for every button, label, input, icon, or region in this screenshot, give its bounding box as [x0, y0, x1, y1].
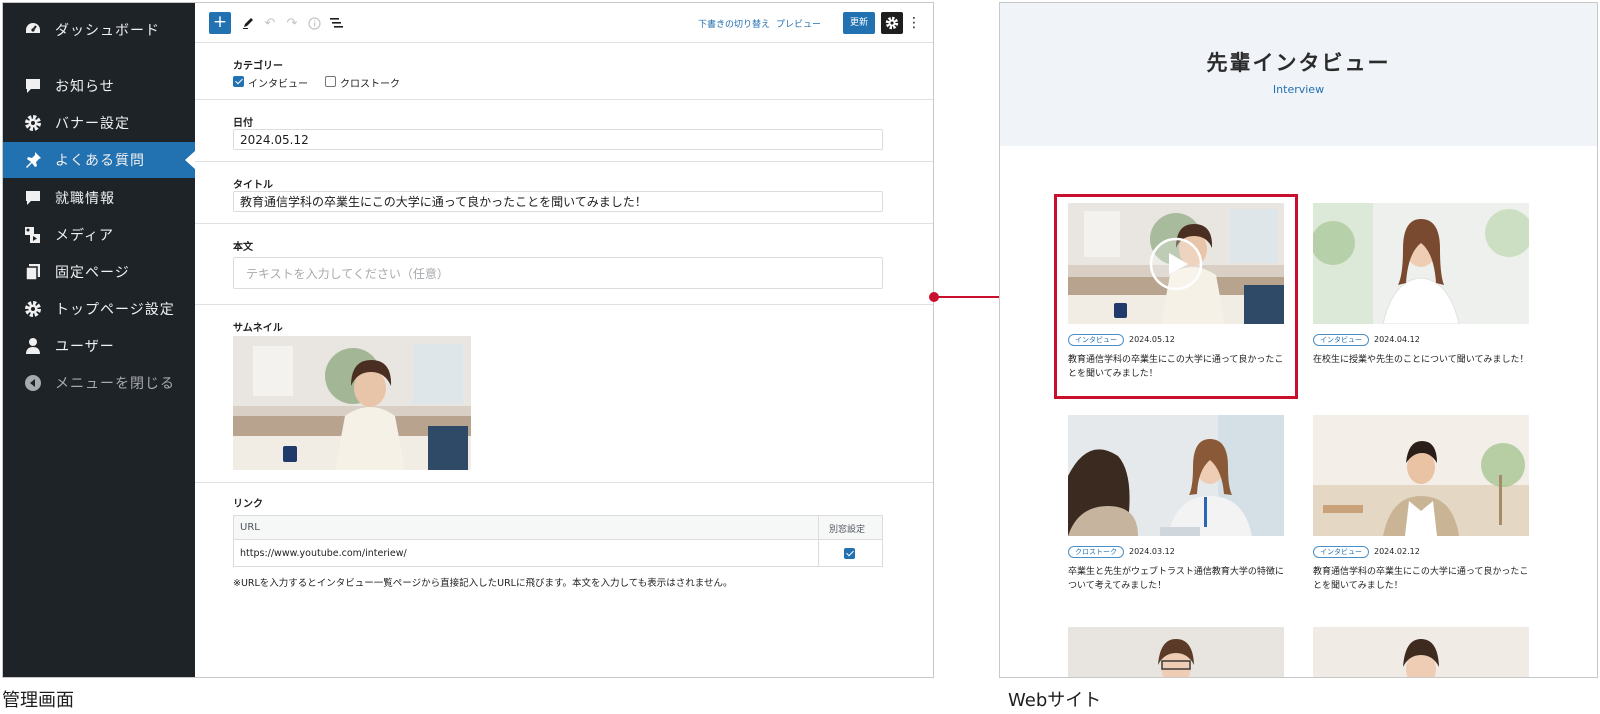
- interview-card[interactable]: [1313, 627, 1529, 677]
- sidebar-item-top-settings[interactable]: トップページ設定: [3, 291, 195, 327]
- body-section: 本文 テキストを入力してください（任意）: [195, 224, 933, 305]
- interview-card[interactable]: [1068, 627, 1284, 677]
- redo-icon[interactable]: ↷: [283, 13, 301, 33]
- link-col-new-window: 別窓設定: [829, 525, 866, 535]
- update-button[interactable]: 更新: [843, 12, 875, 34]
- body-field[interactable]: テキストを入力してください（任意）: [233, 257, 883, 289]
- gear-icon: [23, 299, 43, 319]
- pencil-icon[interactable]: [239, 13, 257, 33]
- sidebar-collapse-menu[interactable]: メニューを閉じる: [3, 365, 195, 401]
- website-caption: Webサイト: [1008, 690, 1102, 711]
- list-view-icon[interactable]: [327, 13, 345, 33]
- website-hero: 先輩インタビュー Interview: [1000, 3, 1597, 146]
- sidebar-item-label: 固定ページ: [55, 265, 130, 281]
- card-image[interactable]: [1068, 415, 1284, 536]
- date-label: 日付: [233, 118, 253, 129]
- category-interview-checkbox[interactable]: [233, 76, 244, 87]
- card-tag: インタビュー: [1313, 546, 1369, 558]
- post-editor: + ↶ ↷ 下書きの切り替え プレビュー 更新 ⋮ カテゴリー インタビュー ク…: [195, 3, 933, 677]
- card-image[interactable]: [1068, 627, 1284, 677]
- title-field[interactable]: 教育通信学科の卒業生にこの大学に通って良かったことを聞いてみました！: [233, 191, 883, 212]
- card-date: 2024.03.12: [1129, 547, 1175, 556]
- sidebar-item-label: よくある質問: [55, 153, 145, 169]
- thumbnail-label: サムネイル: [233, 323, 283, 334]
- admin-sidebar: ダッシュボード お知らせ バナー設定 よくある質問 就職情報 メディア 固定ペー…: [3, 3, 195, 677]
- category-crosstalk-label: クロストーク: [340, 79, 400, 90]
- admin-window: ダッシュボード お知らせ バナー設定 よくある質問 就職情報 メディア 固定ペー…: [2, 2, 934, 678]
- sidebar-item-users[interactable]: ユーザー: [3, 328, 195, 364]
- card-image[interactable]: [1313, 415, 1529, 536]
- card-title[interactable]: 在校生に授業や先生のことについて聞いてみました！: [1313, 353, 1529, 367]
- website-subtitle: Interview: [1272, 83, 1325, 96]
- body-label: 本文: [233, 242, 253, 253]
- sidebar-item-dashboard[interactable]: ダッシュボード: [3, 12, 195, 48]
- editor-toolbar: + ↶ ↷ 下書きの切り替え プレビュー 更新 ⋮: [195, 3, 933, 43]
- sidebar-item-jobs[interactable]: 就職情報: [3, 180, 195, 216]
- comment-icon: [23, 188, 43, 208]
- add-block-button[interactable]: +: [209, 12, 231, 34]
- link-col-url: URL: [240, 522, 260, 533]
- title-label: タイトル: [233, 180, 273, 191]
- sidebar-item-media[interactable]: メディア: [3, 217, 195, 253]
- collapse-icon: [23, 373, 43, 393]
- link-table-divider: [818, 516, 819, 566]
- card-title[interactable]: 教育通信学科の卒業生にこの大学に通って良かったことを聞いてみました！: [1313, 565, 1529, 593]
- website-title: 先輩インタビュー: [1206, 51, 1391, 75]
- new-window-checkbox[interactable]: [844, 548, 855, 559]
- sidebar-item-label: メニューを閉じる: [55, 376, 175, 392]
- highlight-frame: [1054, 194, 1298, 399]
- thumbnail-image[interactable]: [233, 336, 471, 470]
- link-url-field[interactable]: https://www.youtube.com/interiew/: [240, 548, 407, 559]
- card-tag: インタビュー: [1313, 334, 1369, 346]
- undo-icon[interactable]: ↶: [261, 13, 279, 33]
- card-image[interactable]: [1313, 203, 1529, 324]
- switch-to-draft-button[interactable]: 下書きの切り替え: [698, 17, 770, 30]
- user-icon: [23, 336, 43, 356]
- interview-card[interactable]: インタビュー 2024.04.12 在校生に授業や先生のことについて聞いてみまし…: [1313, 203, 1529, 393]
- sidebar-item-label: トップページ設定: [55, 302, 175, 318]
- card-date: 2024.02.12: [1374, 547, 1420, 556]
- link-table: URL 別窓設定 https://www.youtube.com/interie…: [233, 515, 883, 567]
- sidebar-item-label: ダッシュボード: [55, 23, 160, 39]
- card-title[interactable]: 卒業生と先生がウェブトラスト通信教育大学の特徴について考えてみました！: [1068, 565, 1284, 593]
- info-icon[interactable]: [305, 13, 323, 33]
- category-section: カテゴリー インタビュー クロストーク: [195, 43, 933, 100]
- category-label: カテゴリー: [233, 61, 283, 72]
- card-tag: クロストーク: [1068, 546, 1124, 558]
- sidebar-item-faq[interactable]: よくある質問: [3, 142, 195, 178]
- comment-icon: [23, 76, 43, 96]
- pin-icon: [23, 150, 43, 170]
- link-note: ※URLを入力するとインタビュー一覧ページから直接記入したURLに飛びます。本文…: [233, 578, 733, 589]
- media-icon: [23, 225, 43, 245]
- link-table-header: [234, 516, 882, 540]
- card-date: 2024.04.12: [1374, 335, 1420, 344]
- dashboard-icon: [23, 20, 43, 40]
- settings-button[interactable]: [881, 12, 903, 34]
- admin-caption: 管理画面: [2, 690, 74, 711]
- sidebar-item-label: メディア: [55, 228, 115, 244]
- date-section: 日付 2024.05.12: [195, 100, 933, 162]
- card-image[interactable]: [1313, 627, 1529, 677]
- sidebar-item-label: 就職情報: [55, 191, 115, 207]
- category-crosstalk-checkbox[interactable]: [325, 76, 336, 87]
- pages-icon: [23, 262, 43, 282]
- preview-button[interactable]: プレビュー: [776, 17, 821, 30]
- sidebar-item-label: バナー設定: [55, 116, 130, 132]
- sidebar-item-label: ユーザー: [55, 339, 115, 355]
- interview-card[interactable]: クロストーク 2024.03.12 卒業生と先生がウェブトラスト通信教育大学の特…: [1068, 415, 1284, 605]
- interview-card[interactable]: インタビュー 2024.02.12 教育通信学科の卒業生にこの大学に通って良かっ…: [1313, 415, 1529, 605]
- category-interview-label: インタビュー: [248, 79, 308, 90]
- sidebar-item-label: お知らせ: [55, 79, 115, 95]
- date-field[interactable]: 2024.05.12: [233, 129, 883, 150]
- gear-icon: [23, 113, 43, 133]
- link-label: リンク: [233, 499, 263, 510]
- more-options-icon[interactable]: ⋮: [907, 13, 921, 33]
- gear-icon: [885, 16, 899, 30]
- sidebar-item-banner[interactable]: バナー設定: [3, 105, 195, 141]
- sidebar-item-news[interactable]: お知らせ: [3, 68, 195, 104]
- sidebar-item-pages[interactable]: 固定ページ: [3, 254, 195, 290]
- title-section: タイトル 教育通信学科の卒業生にこの大学に通って良かったことを聞いてみました！: [195, 162, 933, 224]
